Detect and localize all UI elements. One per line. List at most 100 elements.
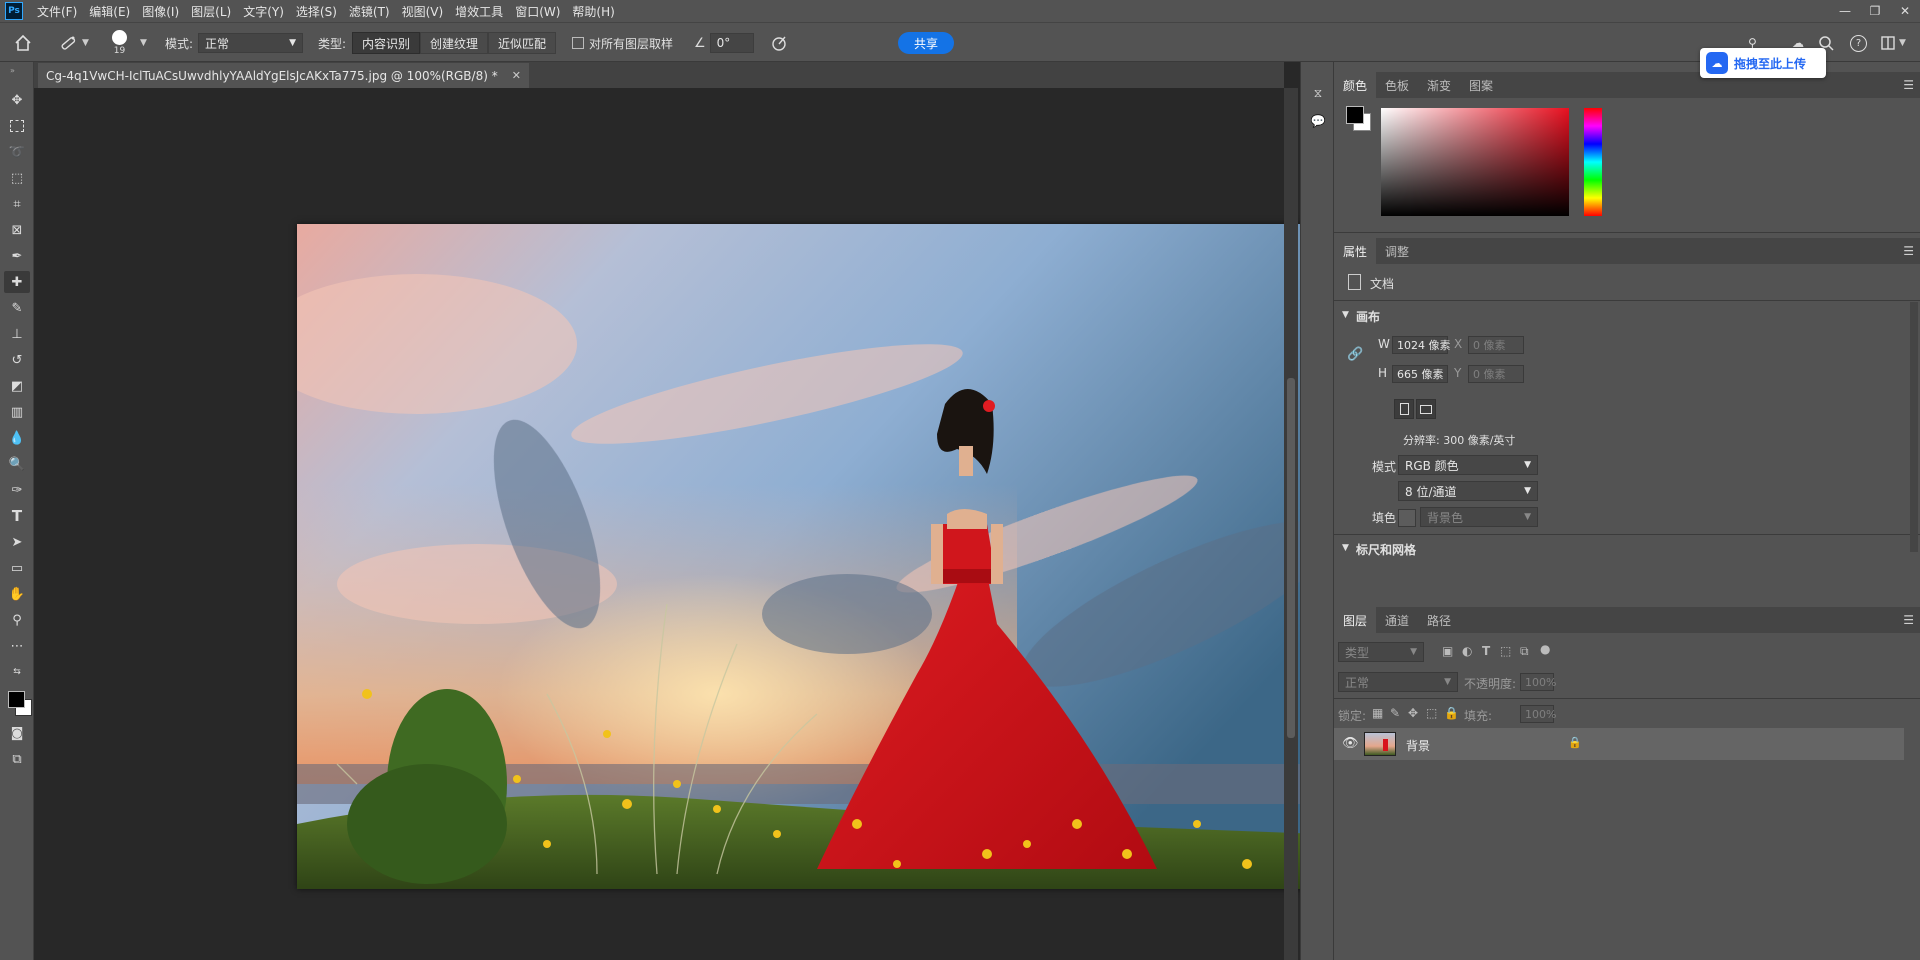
menu-view[interactable]: 视图(V) <box>396 3 450 20</box>
brush-size-picker[interactable]: 19 <box>112 23 127 63</box>
fill-color-swatch[interactable] <box>1398 509 1416 527</box>
create-texture-button[interactable]: 创建纹理 <box>420 32 489 54</box>
marquee-tool-icon[interactable] <box>4 115 30 137</box>
menu-select[interactable]: 选择(S) <box>290 3 343 20</box>
filter-type-icon[interactable]: T <box>1482 644 1490 658</box>
crop-tool-icon[interactable]: ⌗ <box>4 193 30 215</box>
pen-tool-icon[interactable]: ✑ <box>4 479 30 501</box>
proximity-match-button[interactable]: 近似匹配 <box>488 32 557 54</box>
layer-row[interactable]: 👁 背景 🔒 <box>1334 728 1904 760</box>
fill-select[interactable]: 背景色 ▼ <box>1420 507 1538 527</box>
history-brush-tool-icon[interactable]: ↺ <box>4 349 30 371</box>
menu-type[interactable]: 文字(Y) <box>237 3 290 20</box>
filter-toggle-icon[interactable]: ● <box>1540 642 1550 656</box>
tab-adjustments[interactable]: 调整 <box>1376 238 1418 264</box>
lock-all-icon[interactable]: 🔒 <box>1444 706 1459 720</box>
layer-filter-select[interactable]: 类型 ▼ <box>1338 642 1424 662</box>
blend-mode-select[interactable]: 正常 ▼ <box>1338 672 1458 692</box>
hand-tool-icon[interactable]: ✋ <box>4 583 30 605</box>
opacity-input[interactable]: 100% <box>1520 673 1556 691</box>
landscape-orientation-icon[interactable] <box>1416 399 1436 419</box>
filter-smart-object-icon[interactable]: ⧉ <box>1520 644 1529 659</box>
x-input[interactable]: 0 像素 <box>1468 336 1524 354</box>
rectangle-tool-icon[interactable]: ▭ <box>4 557 30 579</box>
more-tools-icon[interactable]: ⋯ <box>4 635 30 657</box>
frame-tool-icon[interactable]: ⊠ <box>4 219 30 241</box>
menu-help[interactable]: 帮助(H) <box>566 3 620 20</box>
color-field[interactable] <box>1381 108 1569 216</box>
bit-depth-select[interactable]: 8 位/通道 ▼ <box>1398 481 1538 501</box>
lock-transparent-icon[interactable]: ▦ <box>1372 706 1383 720</box>
hue-slider[interactable] <box>1584 108 1602 216</box>
content-aware-button[interactable]: 内容识别 <box>352 32 421 54</box>
quick-mask-icon[interactable]: ◙ <box>4 722 30 744</box>
canvas-section-title[interactable]: 画布 <box>1356 308 1380 325</box>
share-button[interactable]: 共享 <box>898 32 955 54</box>
menu-filter[interactable]: 滤镜(T) <box>343 3 396 20</box>
chevron-down-icon[interactable]: ▼ <box>1899 38 1906 48</box>
spot-healing-tool-icon[interactable]: ✚ <box>4 271 30 293</box>
vertical-scrollbar-thumb[interactable] <box>1287 378 1295 738</box>
lock-image-icon[interactable]: ✎ <box>1390 706 1400 720</box>
layer-name[interactable]: 背景 <box>1406 737 1430 754</box>
angle-input[interactable]: 0° <box>709 33 754 53</box>
restore-button[interactable]: ❐ <box>1860 0 1890 22</box>
pressure-size-icon[interactable] <box>770 34 788 52</box>
y-input[interactable]: 0 像素 <box>1468 365 1524 383</box>
tab-channels[interactable]: 通道 <box>1376 607 1418 633</box>
tab-layers[interactable]: 图层 <box>1334 607 1377 633</box>
canvas-image[interactable] <box>297 224 1321 889</box>
lock-position-icon[interactable]: ✥ <box>1408 706 1418 720</box>
width-input[interactable]: 1024 像素 <box>1392 336 1451 354</box>
comments-panel-icon[interactable]: 💬 <box>1309 112 1327 130</box>
eraser-tool-icon[interactable]: ◩ <box>4 375 30 397</box>
menu-window[interactable]: 窗口(W) <box>509 3 566 20</box>
brush-tool-icon[interactable]: ✎ <box>4 297 30 319</box>
blur-tool-icon[interactable]: 💧 <box>4 427 30 449</box>
eye-icon[interactable]: 👁 <box>1342 736 1359 751</box>
baidu-upload-overlay[interactable]: ☁ 拖拽至此上传 <box>1700 48 1826 78</box>
tab-patterns[interactable]: 图案 <box>1460 72 1502 98</box>
collapse-icon[interactable]: » <box>10 66 15 75</box>
menu-file[interactable]: 文件(F) <box>31 3 83 20</box>
document-tab[interactable]: Cg-4q1VwCH-IclTuACsUwvdhlyYAAldYgElsJcAK… <box>38 63 529 88</box>
object-selection-tool-icon[interactable]: ⬚ <box>4 167 30 189</box>
filter-adjustment-icon[interactable]: ◐ <box>1462 644 1472 658</box>
screen-mode-icon[interactable]: ⧉ <box>4 748 30 770</box>
panel-menu-icon[interactable]: ☰ <box>1903 78 1914 92</box>
eyedropper-tool-icon[interactable]: ✒ <box>4 245 30 267</box>
tool-preset-picker[interactable]: ▼ <box>58 23 89 63</box>
workspace-icon[interactable] <box>1880 35 1896 51</box>
color-swatches[interactable] <box>6 688 32 716</box>
help-icon[interactable]: ? <box>1850 34 1867 52</box>
panel-menu-icon[interactable]: ☰ <box>1903 613 1914 627</box>
sample-all-layers-checkbox[interactable] <box>572 37 584 49</box>
rulers-grids-section-title[interactable]: 标尺和网格 <box>1356 541 1416 558</box>
zoom-tool-icon[interactable]: ⚲ <box>4 609 30 631</box>
filter-pixel-icon[interactable]: ▣ <box>1442 644 1453 658</box>
dodge-tool-icon[interactable]: 🔍 <box>4 453 30 475</box>
clone-stamp-tool-icon[interactable]: ⊥ <box>4 323 30 345</box>
panel-menu-icon[interactable]: ☰ <box>1903 244 1914 258</box>
move-tool-icon[interactable]: ✥ <box>4 89 30 111</box>
filter-shape-icon[interactable]: ⬚ <box>1500 644 1511 658</box>
menu-image[interactable]: 图像(I) <box>136 3 185 20</box>
menu-plugins[interactable]: 增效工具 <box>449 3 509 20</box>
mode-select[interactable]: 正常 ▼ <box>198 33 303 53</box>
color-mode-select[interactable]: RGB 颜色 ▼ <box>1398 455 1538 475</box>
tab-properties[interactable]: 属性 <box>1334 238 1377 264</box>
chevron-down-icon[interactable]: ▼ <box>140 38 147 48</box>
minimize-button[interactable]: — <box>1830 0 1860 22</box>
portrait-orientation-icon[interactable] <box>1394 399 1414 419</box>
lock-artboard-icon[interactable]: ⬚ <box>1426 706 1437 720</box>
foreground-color-swatch[interactable] <box>8 691 25 708</box>
foreground-color-swatch[interactable] <box>1346 106 1364 124</box>
height-input[interactable]: 665 像素 <box>1392 365 1448 383</box>
history-panel-icon[interactable]: ⧖ <box>1309 84 1327 102</box>
close-window-button[interactable]: ✕ <box>1890 0 1920 22</box>
lasso-tool-icon[interactable]: ➰ <box>4 141 30 163</box>
gradient-tool-icon[interactable]: ▥ <box>4 401 30 423</box>
tab-paths[interactable]: 路径 <box>1418 607 1460 633</box>
menu-layer[interactable]: 图层(L) <box>185 3 237 20</box>
link-icon[interactable]: 🔗 <box>1347 347 1363 362</box>
